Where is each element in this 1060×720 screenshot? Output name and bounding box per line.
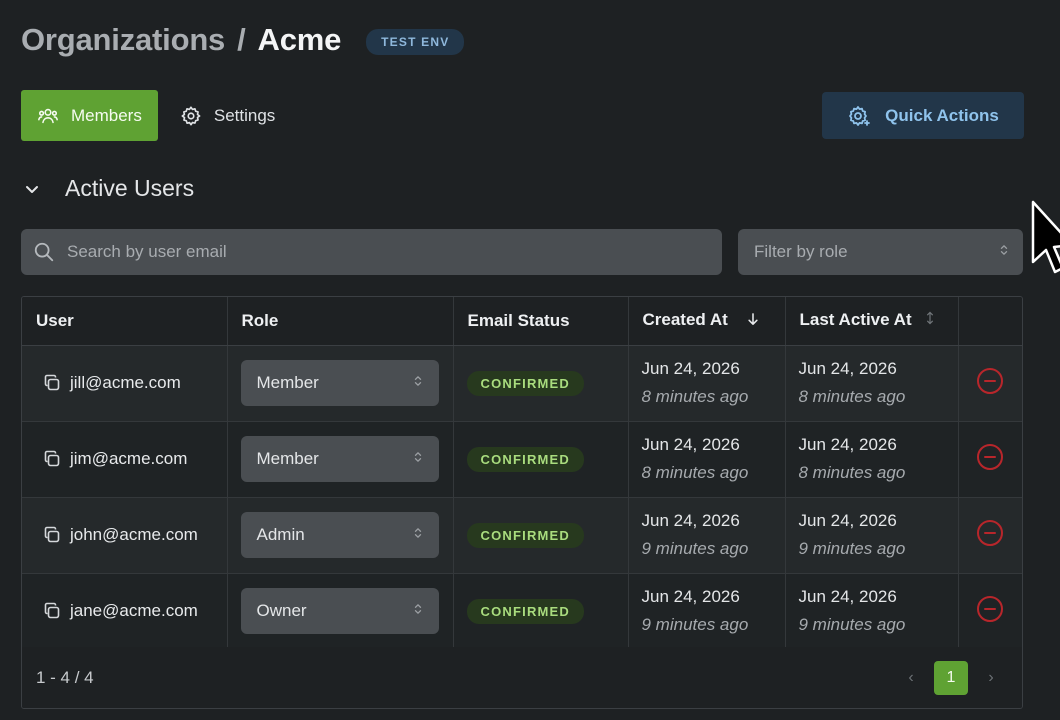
pagination: ‹ 1 › [894, 660, 1008, 695]
status-badge: CONFIRMED [466, 598, 585, 624]
last-active-cell: Jun 24, 2026 8 minutes ago [785, 345, 959, 422]
user-email: john@acme.com [70, 524, 198, 544]
status-badge: CONFIRMED [466, 370, 585, 396]
breadcrumb-separator: / [237, 22, 246, 57]
copy-icon[interactable] [42, 601, 62, 621]
quick-actions-label: Quick Actions [885, 105, 999, 125]
table-header-row: User Role Email Status Created At Last A… [22, 297, 1022, 346]
created-at-cell: Jun 24, 2026 8 minutes ago [628, 421, 786, 498]
col-actions [958, 297, 1022, 346]
table-row: jane@acme.com Owner CONFIRMED Jun 24, 20… [22, 573, 1022, 650]
user-email: jim@acme.com [70, 448, 188, 468]
role-select[interactable]: Admin [240, 512, 439, 558]
users-icon [37, 105, 59, 127]
status-badge: CONFIRMED [466, 446, 585, 472]
updown-icon [413, 525, 423, 545]
col-last-active-label: Last Active At [799, 310, 912, 330]
role-value: Member [256, 449, 319, 468]
mouse-cursor-icon [1031, 200, 1060, 274]
prev-page-button[interactable]: ‹ [894, 661, 928, 695]
role-select[interactable]: Member [240, 436, 439, 482]
updown-icon [413, 373, 423, 393]
search-input[interactable] [67, 242, 687, 262]
user-cell: john@acme.com [22, 497, 228, 574]
role-select[interactable]: Member [240, 360, 439, 406]
user-cell: jane@acme.com [22, 573, 228, 650]
user-email: jane@acme.com [70, 600, 198, 620]
breadcrumb: Organizations / Acme TEST ENV [21, 22, 465, 58]
page-button-current[interactable]: 1 [934, 660, 968, 695]
user-email: jill@acme.com [70, 372, 181, 392]
col-created-at[interactable]: Created At [628, 297, 786, 346]
active-users-section-header[interactable]: Active Users [24, 175, 194, 202]
search-icon [33, 241, 55, 263]
chevron-down-icon[interactable] [24, 181, 40, 197]
role-value: Member [256, 373, 319, 392]
copy-icon[interactable] [42, 525, 62, 545]
quick-actions-button[interactable]: Quick Actions [822, 92, 1024, 139]
gear-sparkle-icon [847, 104, 871, 128]
last-active-cell: Jun 24, 2026 9 minutes ago [785, 497, 959, 574]
table-row: jill@acme.com Member CONFIRMED Jun 24, 2… [22, 345, 1022, 422]
table-row: john@acme.com Admin CONFIRMED Jun 24, 20… [22, 497, 1022, 574]
role-value: Owner [256, 601, 307, 620]
pagination-summary: 1 - 4 / 4 [36, 667, 94, 687]
table-row: jim@acme.com Member CONFIRMED Jun 24, 20… [22, 421, 1022, 498]
role-select[interactable]: Owner [240, 588, 439, 634]
tab-bar: Members Settings [21, 90, 291, 141]
tab-settings[interactable]: Settings [164, 90, 291, 141]
user-cell: jim@acme.com [22, 421, 228, 498]
copy-icon[interactable] [42, 373, 62, 393]
tab-members-label: Members [71, 105, 142, 125]
created-at-cell: Jun 24, 2026 8 minutes ago [628, 345, 786, 422]
section-title: Active Users [65, 175, 195, 201]
gear-icon [180, 105, 202, 127]
remove-user-icon[interactable] [975, 442, 1005, 472]
sort-desc-icon[interactable] [747, 311, 759, 331]
updown-icon [999, 243, 1009, 262]
next-page-button[interactable]: › [974, 661, 1008, 695]
tab-members[interactable]: Members [21, 90, 158, 141]
col-email-status: Email Status [453, 297, 629, 346]
tab-settings-label: Settings [213, 105, 276, 125]
col-last-active-at[interactable]: Last Active At [785, 297, 959, 346]
col-created-at-label: Created At [642, 310, 728, 330]
remove-user-icon[interactable] [975, 594, 1005, 624]
table-footer: 1 - 4 / 4 ‹ 1 › [22, 647, 1022, 708]
created-at-cell: Jun 24, 2026 9 minutes ago [628, 573, 786, 650]
updown-icon [413, 449, 423, 469]
last-active-cell: Jun 24, 2026 9 minutes ago [785, 573, 959, 650]
updown-icon [413, 601, 423, 621]
users-table: User Role Email Status Created At Last A… [21, 296, 1023, 709]
created-at-cell: Jun 24, 2026 9 minutes ago [628, 497, 786, 574]
search-box[interactable] [21, 229, 722, 275]
status-badge: CONFIRMED [466, 522, 585, 548]
sort-updown-icon[interactable] [926, 310, 934, 331]
user-cell: jill@acme.com [22, 345, 228, 422]
remove-user-icon[interactable] [975, 366, 1005, 396]
copy-icon[interactable] [42, 449, 62, 469]
filter-role-select[interactable]: Filter by role [738, 229, 1023, 275]
env-badge: TEST ENV [366, 28, 465, 55]
remove-user-icon[interactable] [975, 518, 1005, 548]
breadcrumb-organizations[interactable]: Organizations [21, 22, 225, 58]
role-value: Admin [256, 525, 305, 544]
col-role: Role [227, 297, 454, 346]
page-title: Acme [257, 22, 342, 57]
col-user: User [22, 297, 228, 346]
filter-role-placeholder: Filter by role [754, 242, 848, 261]
last-active-cell: Jun 24, 2026 8 minutes ago [785, 421, 959, 498]
organization-members-page: Organizations / Acme TEST ENV Members Se… [0, 0, 1060, 720]
